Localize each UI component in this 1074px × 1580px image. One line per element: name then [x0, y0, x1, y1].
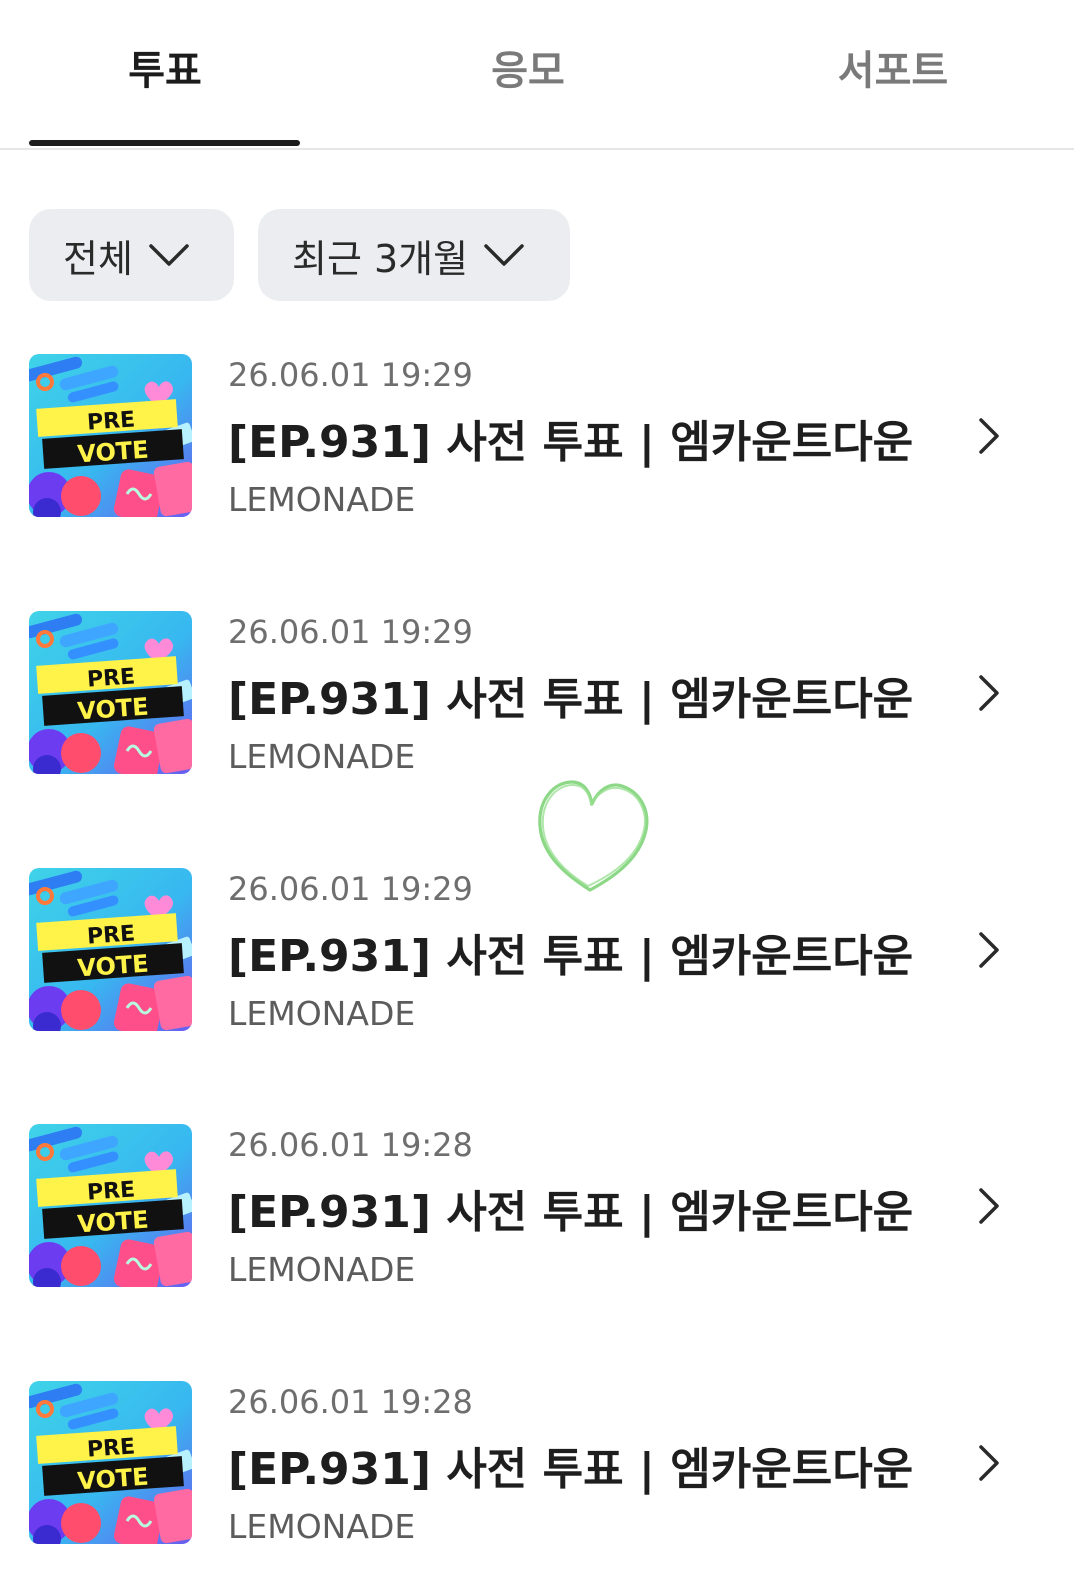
doodle-heart-icon: [538, 780, 649, 892]
item-channel: LEMONADE: [228, 737, 416, 776]
chevron-right-icon: [979, 675, 999, 711]
list-item[interactable]: PRE VOTE 26.06.01 19:28 [EP.931] 사전 투표 | 엠…: [0, 1124, 1074, 1294]
category-filter-dropdown[interactable]: 전체: [29, 209, 234, 301]
vote-thumbnail: PRE VOTE: [29, 354, 192, 517]
tab-support-label: 서포트: [837, 48, 949, 94]
tab-apply-label: 응모: [491, 48, 565, 94]
chevron-down-icon: [149, 244, 189, 266]
vote-thumbnail: PRE VOTE: [29, 611, 192, 774]
chevron-down-icon: [484, 244, 524, 266]
item-channel: LEMONADE: [228, 1250, 416, 1289]
item-title: [EP.931] 사전 투표 | 엠카운트다운: [228, 1187, 914, 1238]
item-date: 26.06.01 19:29: [228, 613, 473, 651]
item-title: [EP.931] 사전 투표 | 엠카운트다운: [228, 674, 914, 725]
vote-thumbnail: PRE VOTE: [29, 1381, 192, 1544]
category-filter-label: 전체: [63, 236, 133, 281]
vote-thumbnail: PRE VOTE: [29, 1124, 192, 1287]
thumbnail-text-line2: VOTE: [76, 950, 149, 983]
thumbnail-text-line1: PRE: [86, 1177, 136, 1205]
chevron-right-icon: [979, 932, 999, 968]
list-item[interactable]: PRE VOTE 26.06.01 19:28 [EP.931] 사전 투표 | 엠…: [0, 1381, 1074, 1551]
tab-vote[interactable]: 투표: [15, 0, 315, 148]
active-tab-indicator: [29, 140, 300, 146]
item-channel: LEMONADE: [228, 1507, 416, 1546]
chevron-right-icon: [979, 1188, 999, 1224]
item-date: 26.06.01 19:28: [228, 1383, 473, 1421]
tab-support[interactable]: 서포트: [743, 0, 1043, 148]
thumbnail-text-line2: VOTE: [76, 1463, 149, 1496]
list-item[interactable]: PRE VOTE 26.06.01 19:29 [EP.931] 사전 투표 | 엠…: [0, 611, 1074, 781]
tab-apply[interactable]: 응모: [378, 0, 678, 148]
item-title: [EP.931] 사전 투표 | 엠카운트다운: [228, 931, 914, 982]
period-filter-dropdown[interactable]: 최근 3개월: [258, 209, 570, 301]
thumbnail-text-line1: PRE: [86, 921, 136, 949]
chevron-right-icon: [979, 418, 999, 454]
thumbnail-text-line2: VOTE: [76, 693, 149, 726]
item-date: 26.06.01 19:29: [228, 356, 473, 394]
list-item[interactable]: PRE VOTE 26.06.01 19:29 [EP.931] 사전 투표 | 엠…: [0, 354, 1074, 524]
thumbnail-text-line1: PRE: [86, 1434, 136, 1462]
thumbnail-text-line1: PRE: [86, 407, 136, 435]
thumbnail-text-line2: VOTE: [76, 436, 149, 469]
item-date: 26.06.01 19:29: [228, 870, 473, 908]
item-channel: LEMONADE: [228, 994, 416, 1033]
thumbnail-text-line1: PRE: [86, 664, 136, 692]
item-title: [EP.931] 사전 투표 | 엠카운트다운: [228, 1444, 914, 1495]
tab-bar: 투표 응모 서포트: [0, 0, 1074, 150]
thumbnail-text-line2: VOTE: [76, 1206, 149, 1239]
period-filter-label: 최근 3개월: [292, 236, 469, 281]
item-title: [EP.931] 사전 투표 | 엠카운트다운: [228, 417, 914, 468]
tab-vote-label: 투표: [128, 48, 202, 94]
item-channel: LEMONADE: [228, 480, 416, 519]
vote-thumbnail: PRE VOTE: [29, 868, 192, 1031]
chevron-right-icon: [979, 1445, 999, 1481]
item-date: 26.06.01 19:28: [228, 1126, 473, 1164]
